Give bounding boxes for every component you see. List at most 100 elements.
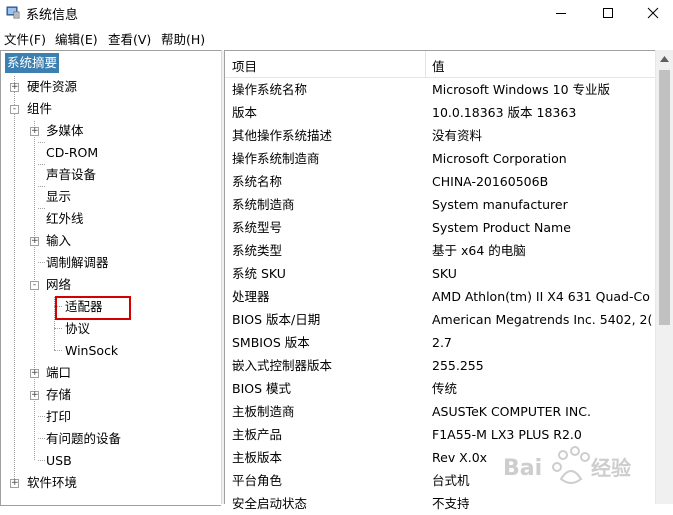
row-value: Rev X.0x (432, 450, 488, 465)
tree-item-sound-devices[interactable]: 声音设备 (1, 164, 221, 186)
row-item: 系统名称 (232, 174, 283, 189)
table-row[interactable]: 其他操作系统描述 没有资料 (225, 124, 655, 147)
table-row[interactable]: 系统制造商 System manufacturer (225, 193, 655, 216)
table-row[interactable]: 处理器 AMD Athlon(tm) II X4 631 Quad-Co (225, 285, 655, 308)
expand-icon[interactable]: + (10, 479, 19, 488)
menu-edit[interactable]: 编辑(E) (55, 29, 98, 48)
tree-item-label: CD-ROM (46, 145, 99, 160)
table-row[interactable]: 平台角色 台式机 (225, 469, 655, 492)
minimize-icon (555, 13, 566, 14)
row-value: CHINA-20160506B (432, 174, 549, 189)
vertical-scrollbar[interactable] (655, 50, 673, 504)
tree-item-input[interactable]: + 输入 (1, 230, 221, 252)
tree-item-cd-rom[interactable]: CD-ROM (1, 142, 221, 164)
table-row[interactable]: 系统名称 CHINA-20160506B (225, 170, 655, 193)
row-value: 2.7 (432, 335, 452, 350)
tree-item-label: 组件 (27, 101, 53, 116)
row-value: 255.255 (432, 358, 484, 373)
tree-item-label: 多媒体 (46, 123, 84, 138)
scroll-up-button[interactable] (656, 50, 673, 67)
tree-item-problem-devices[interactable]: 有问题的设备 (1, 428, 221, 450)
row-item: 版本 (232, 105, 258, 120)
tree-item-hardware-resources[interactable]: + 硬件资源 (1, 76, 221, 98)
row-item: 嵌入式控制器版本 (232, 358, 333, 373)
maximize-icon (602, 8, 613, 18)
details-list[interactable]: 项目 值 操作系统名称 Microsoft Windows 10 专业版 版本 … (225, 50, 655, 511)
menu-help[interactable]: 帮助(H) (161, 29, 205, 48)
tree-item-label: 声音设备 (46, 167, 97, 182)
table-row[interactable]: 系统 SKU SKU (225, 262, 655, 285)
tree-item-display[interactable]: 显示 (1, 186, 221, 208)
row-item: 系统 SKU (232, 266, 286, 281)
menu-file[interactable]: 文件(F) (4, 29, 46, 48)
tree-item-printing[interactable]: 打印 (1, 406, 221, 428)
tree-item-network[interactable]: - 网络 (1, 274, 221, 296)
close-icon (647, 7, 658, 19)
list-header: 项目 值 (225, 51, 655, 78)
tree-item-winsock[interactable]: WinSock (1, 340, 221, 362)
row-value: System manufacturer (432, 197, 568, 212)
collapse-icon[interactable]: - (10, 105, 19, 114)
table-row[interactable]: 系统类型 基于 x64 的电脑 (225, 239, 655, 262)
table-row[interactable]: BIOS 版本/日期 American Megatrends Inc. 5402… (225, 308, 655, 331)
row-value: American Megatrends Inc. 5402, 2( (432, 312, 653, 327)
row-item: BIOS 版本/日期 (232, 312, 321, 327)
tree-item-multimedia[interactable]: + 多媒体 (1, 120, 221, 142)
expand-icon[interactable]: + (10, 83, 19, 92)
row-value: 传统 (432, 381, 458, 396)
expand-icon[interactable]: + (30, 127, 39, 136)
table-row[interactable]: BIOS 模式 传统 (225, 377, 655, 400)
column-divider[interactable] (425, 51, 426, 77)
table-row[interactable]: 系统型号 System Product Name (225, 216, 655, 239)
row-item: SMBIOS 版本 (232, 335, 310, 350)
menu-view[interactable]: 查看(V) (108, 29, 151, 48)
tree-item-software-environment[interactable]: + 软件环境 (1, 472, 221, 494)
minimize-button[interactable] (538, 0, 583, 26)
collapse-icon[interactable]: - (30, 281, 39, 290)
maximize-button[interactable] (585, 0, 630, 26)
close-button[interactable] (630, 0, 673, 26)
table-row[interactable]: 操作系统名称 Microsoft Windows 10 专业版 (225, 78, 655, 101)
tree-item-infrared[interactable]: 红外线 (1, 208, 221, 230)
table-row[interactable]: 主板制造商 ASUSTeK COMPUTER INC. (225, 400, 655, 423)
menu-bar: 文件(F) 编辑(E) 查看(V) 帮助(H) (0, 26, 673, 48)
tree-item-label: 输入 (46, 233, 72, 248)
expand-icon[interactable]: + (30, 391, 39, 400)
tree-item-label: 调制解调器 (46, 255, 109, 270)
tree-item-label: 存储 (46, 387, 72, 402)
tree-item-modem[interactable]: 调制解调器 (1, 252, 221, 274)
tree-item-ports[interactable]: + 端口 (1, 362, 221, 384)
table-row[interactable]: 操作系统制造商 Microsoft Corporation (225, 147, 655, 170)
row-item: 其他操作系统描述 (232, 128, 333, 143)
row-item: 系统制造商 (232, 197, 295, 212)
tree-item-label: 有问题的设备 (46, 431, 122, 446)
tree-item-protocol[interactable]: 协议 (1, 318, 221, 340)
row-item: 平台角色 (232, 473, 283, 488)
row-item: 处理器 (232, 289, 270, 304)
row-item: 主板制造商 (232, 404, 295, 419)
row-value: F1A55-M LX3 PLUS R2.0 (432, 427, 582, 442)
column-header-item[interactable]: 项目 (232, 56, 257, 75)
expand-icon[interactable]: + (30, 369, 39, 378)
row-item: 主板产品 (232, 427, 283, 442)
window-title: 系统信息 (26, 8, 79, 23)
tree-item-label: 硬件资源 (27, 79, 78, 94)
row-value: System Product Name (432, 220, 571, 235)
expand-icon[interactable]: + (30, 237, 39, 246)
scrollbar-thumb[interactable] (659, 70, 670, 325)
table-row[interactable]: 主板产品 F1A55-M LX3 PLUS R2.0 (225, 423, 655, 446)
column-header-value[interactable]: 值 (432, 56, 445, 75)
table-row[interactable]: 主板版本 Rev X.0x (225, 446, 655, 469)
row-item: 系统类型 (232, 243, 283, 258)
tree-item-components[interactable]: - 组件 (1, 98, 221, 120)
tree-item-label: 红外线 (46, 211, 84, 226)
tree-item-label: WinSock (65, 343, 119, 358)
row-value: Microsoft Corporation (432, 151, 567, 166)
table-row[interactable]: SMBIOS 版本 2.7 (225, 331, 655, 354)
table-row[interactable]: 嵌入式控制器版本 255.255 (225, 354, 655, 377)
table-row[interactable]: 版本 10.0.18363 版本 18363 (225, 101, 655, 124)
chevron-up-icon (660, 55, 669, 62)
tree-item-usb[interactable]: USB (1, 450, 221, 472)
tree-item-storage[interactable]: + 存储 (1, 384, 221, 406)
category-tree[interactable]: 系统摘要 + 硬件资源 - 组件 + 多媒体 CD-ROM 声音设备 显示 红外… (0, 50, 221, 506)
